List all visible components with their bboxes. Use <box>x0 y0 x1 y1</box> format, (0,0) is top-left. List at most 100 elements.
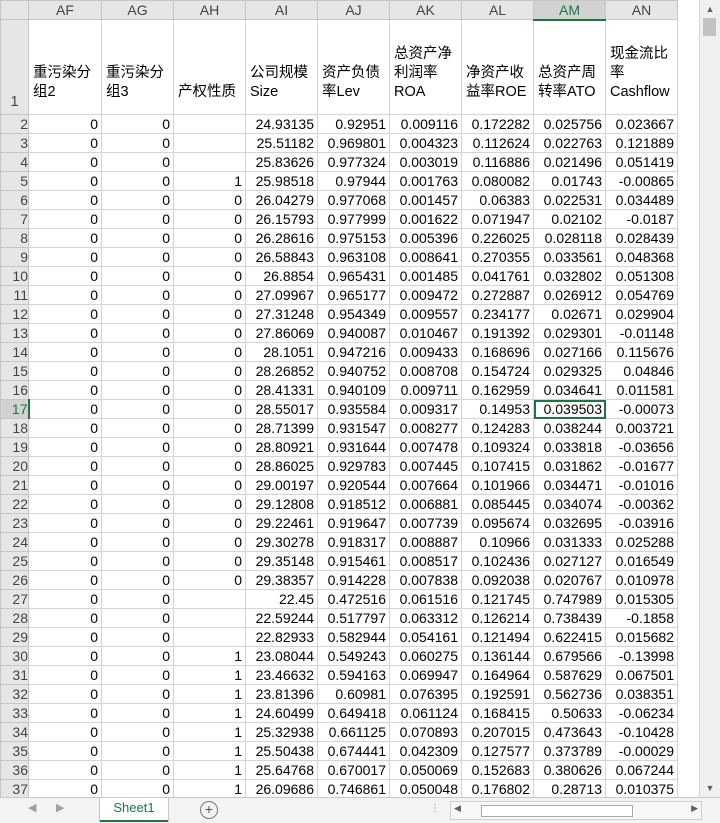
data-cell[interactable]: 0.048368 <box>605 247 678 267</box>
data-cell[interactable]: 0 <box>173 570 246 590</box>
data-cell[interactable]: 0.126214 <box>461 608 534 628</box>
data-cell[interactable]: 0.069947 <box>389 665 462 685</box>
data-cell[interactable]: 0 <box>28 722 102 742</box>
data-cell[interactable]: 0 <box>28 190 102 210</box>
row-header[interactable]: 10 <box>0 266 29 286</box>
data-cell[interactable]: 0.009557 <box>389 304 462 324</box>
active-cell[interactable]: 0.039503 <box>533 399 606 419</box>
data-cell[interactable]: 0.116886 <box>461 152 534 172</box>
column-header[interactable]: AM <box>533 0 606 21</box>
data-cell[interactable]: 0 <box>101 589 174 609</box>
data-cell[interactable]: 0 <box>28 418 102 438</box>
data-cell[interactable]: 0.473643 <box>533 722 606 742</box>
data-cell[interactable]: 0.940087 <box>317 323 390 343</box>
data-cell[interactable]: 1 <box>173 779 246 797</box>
data-cell[interactable]: 0 <box>101 342 174 362</box>
data-cell[interactable]: 0.051308 <box>605 266 678 286</box>
data-cell[interactable]: 29.30278 <box>245 532 318 552</box>
row-header[interactable]: 9 <box>0 247 29 267</box>
data-cell[interactable]: 0.021496 <box>533 152 606 172</box>
data-cell[interactable]: 0.914228 <box>317 570 390 590</box>
data-cell[interactable]: -0.03916 <box>605 513 678 533</box>
data-cell[interactable]: 0 <box>101 779 174 797</box>
data-cell[interactable]: 0.109324 <box>461 437 534 457</box>
row-header[interactable]: 36 <box>0 760 29 780</box>
data-cell[interactable]: 0 <box>28 437 102 457</box>
data-cell[interactable]: 0.080082 <box>461 171 534 191</box>
data-cell[interactable]: 25.51182 <box>245 133 318 153</box>
data-cell[interactable]: 0.070893 <box>389 722 462 742</box>
data-cell[interactable]: 0.136144 <box>461 646 534 666</box>
data-cell[interactable]: 0 <box>101 171 174 191</box>
data-cell[interactable]: 0.965177 <box>317 285 390 305</box>
column-header[interactable]: AK <box>389 0 462 20</box>
data-cell[interactable]: 28.55017 <box>245 399 318 419</box>
data-cell[interactable]: 0.008517 <box>389 551 462 571</box>
data-cell[interactable]: 0 <box>173 247 246 267</box>
data-cell[interactable]: 0.940109 <box>317 380 390 400</box>
data-cell[interactable]: 0.102436 <box>461 551 534 571</box>
data-cell[interactable]: 0 <box>173 494 246 514</box>
data-cell[interactable]: 0 <box>101 247 174 267</box>
data-cell[interactable]: 0 <box>28 285 102 305</box>
data-cell[interactable]: 0.172282 <box>461 114 534 134</box>
data-cell[interactable]: 0.022763 <box>533 133 606 153</box>
data-cell[interactable]: 0.747989 <box>533 589 606 609</box>
data-cell[interactable]: 0.594163 <box>317 665 390 685</box>
data-cell[interactable]: 0.919647 <box>317 513 390 533</box>
field-name-cell[interactable]: 现金流比率Cashflow <box>605 19 678 115</box>
data-cell[interactable]: 0 <box>101 760 174 780</box>
data-cell[interactable]: 0.918317 <box>317 532 390 552</box>
data-cell[interactable]: 0 <box>28 171 102 191</box>
data-cell[interactable]: 0.152683 <box>461 760 534 780</box>
data-cell[interactable]: 0 <box>101 703 174 723</box>
data-cell[interactable]: 0.008887 <box>389 532 462 552</box>
data-cell[interactable]: 0.092038 <box>461 570 534 590</box>
data-cell[interactable]: 0.162959 <box>461 380 534 400</box>
data-cell[interactable]: 1 <box>173 741 246 761</box>
data-cell[interactable]: 0.008708 <box>389 361 462 381</box>
data-cell[interactable]: 0.04846 <box>605 361 678 381</box>
data-cell[interactable]: 1 <box>173 703 246 723</box>
data-cell[interactable]: 0.038351 <box>605 684 678 704</box>
data-cell[interactable]: 0 <box>173 513 246 533</box>
data-cell[interactable]: 0.015305 <box>605 589 678 609</box>
data-cell[interactable]: 0.234177 <box>461 304 534 324</box>
data-cell[interactable]: 0.009116 <box>389 114 462 134</box>
data-cell[interactable]: 22.82933 <box>245 627 318 647</box>
row-header[interactable]: 8 <box>0 228 29 248</box>
data-cell[interactable]: 0.50633 <box>533 703 606 723</box>
data-cell[interactable]: 0.067501 <box>605 665 678 685</box>
data-cell[interactable]: 22.45 <box>245 589 318 609</box>
data-cell[interactable]: 0 <box>173 437 246 457</box>
data-cell[interactable]: 0.380626 <box>533 760 606 780</box>
data-cell[interactable]: 0 <box>173 532 246 552</box>
field-name-cell[interactable]: 重污染分组3 <box>101 19 174 115</box>
data-cell[interactable] <box>173 152 246 172</box>
data-cell[interactable]: 28.80921 <box>245 437 318 457</box>
data-cell[interactable]: 0.028118 <box>533 228 606 248</box>
data-cell[interactable]: 0.124283 <box>461 418 534 438</box>
row-header[interactable]: 1 <box>0 19 29 115</box>
row-header[interactable]: 18 <box>0 418 29 438</box>
data-cell[interactable]: 0 <box>28 646 102 666</box>
data-cell[interactable]: 0 <box>28 779 102 797</box>
data-cell[interactable]: 0.121745 <box>461 589 534 609</box>
row-header[interactable]: 17 <box>0 399 30 419</box>
data-cell[interactable]: 0 <box>101 418 174 438</box>
data-cell[interactable]: 0.168696 <box>461 342 534 362</box>
data-cell[interactable]: 0.003019 <box>389 152 462 172</box>
data-cell[interactable]: 0.076395 <box>389 684 462 704</box>
data-cell[interactable]: 0 <box>28 209 102 229</box>
data-cell[interactable]: 0.977999 <box>317 209 390 229</box>
data-cell[interactable]: 0 <box>173 551 246 571</box>
next-sheet-icon[interactable]: ▶ <box>56 801 64 814</box>
data-cell[interactable]: 1 <box>173 760 246 780</box>
row-header[interactable]: 34 <box>0 722 29 742</box>
row-header[interactable]: 7 <box>0 209 29 229</box>
data-cell[interactable]: 23.08044 <box>245 646 318 666</box>
data-cell[interactable]: 0 <box>28 380 102 400</box>
data-cell[interactable]: 0 <box>101 665 174 685</box>
data-cell[interactable]: 0 <box>101 304 174 324</box>
data-cell[interactable]: 0.97944 <box>317 171 390 191</box>
